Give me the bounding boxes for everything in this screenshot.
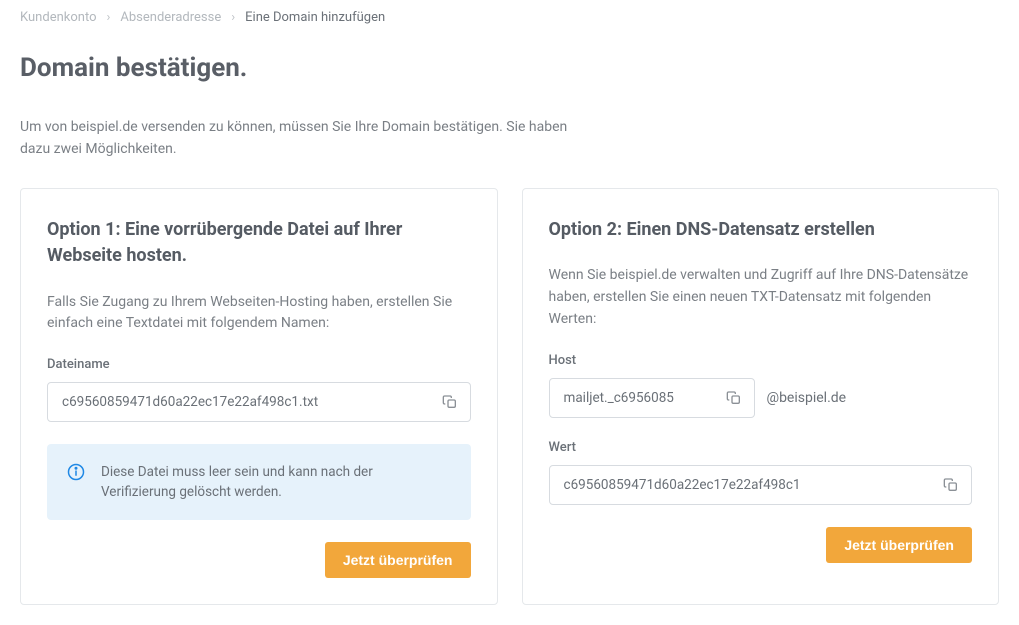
host-value: mailjet._c6956085 bbox=[550, 390, 714, 406]
option1-card: Option 1: Eine vorrübergende Datei auf I… bbox=[20, 188, 498, 605]
copy-filename-button[interactable] bbox=[430, 382, 470, 422]
breadcrumb-item-current: Eine Domain hinzufügen bbox=[245, 10, 385, 25]
page-description: Um von beispiel.de versenden zu können, … bbox=[20, 117, 580, 160]
info-message: Diese Datei muss leer sein und kann nach… bbox=[101, 462, 451, 503]
breadcrumb-item-account[interactable]: Kundenkonto bbox=[20, 10, 96, 25]
option1-heading: Option 1: Eine vorrübergende Datei auf I… bbox=[47, 217, 471, 269]
copy-icon bbox=[726, 390, 742, 406]
chevron-right-icon: › bbox=[106, 10, 110, 25]
breadcrumb: Kundenkonto › Absenderadresse › Eine Dom… bbox=[20, 10, 999, 25]
host-field: mailjet._c6956085 bbox=[549, 378, 755, 418]
value-label: Wert bbox=[549, 440, 973, 455]
chevron-right-icon: › bbox=[231, 10, 235, 25]
host-label: Host bbox=[549, 353, 973, 368]
option1-description: Falls Sie Zugang zu Ihrem Webseiten-Host… bbox=[47, 292, 471, 335]
value-value: c69560859471d60a22ec17e22af498c1 bbox=[550, 477, 932, 493]
copy-host-button[interactable] bbox=[714, 378, 754, 418]
value-field: c69560859471d60a22ec17e22af498c1 bbox=[549, 465, 973, 505]
page-title: Domain bestätigen. bbox=[20, 53, 999, 83]
verify-option2-button[interactable]: Jetzt überprüfen bbox=[826, 527, 972, 563]
filename-label: Dateiname bbox=[47, 357, 471, 372]
option2-heading: Option 2: Einen DNS-Datensatz erstellen bbox=[549, 217, 973, 243]
option2-card: Option 2: Einen DNS-Datensatz erstellen … bbox=[522, 188, 1000, 605]
breadcrumb-item-sender-address[interactable]: Absenderadresse bbox=[120, 10, 221, 25]
host-suffix: @beispiel.de bbox=[767, 390, 847, 406]
filename-field: c69560859471d60a22ec17e22af498c1.txt bbox=[47, 382, 471, 422]
info-icon bbox=[67, 463, 85, 485]
copy-icon bbox=[442, 394, 458, 410]
copy-icon bbox=[943, 477, 959, 493]
option2-description: Wenn Sie beispiel.de verwalten und Zugri… bbox=[549, 265, 973, 330]
copy-value-button[interactable] bbox=[931, 465, 971, 505]
info-box: Diese Datei muss leer sein und kann nach… bbox=[47, 444, 471, 521]
verify-option1-button[interactable]: Jetzt überprüfen bbox=[325, 542, 471, 578]
filename-value: c69560859471d60a22ec17e22af498c1.txt bbox=[48, 394, 430, 410]
